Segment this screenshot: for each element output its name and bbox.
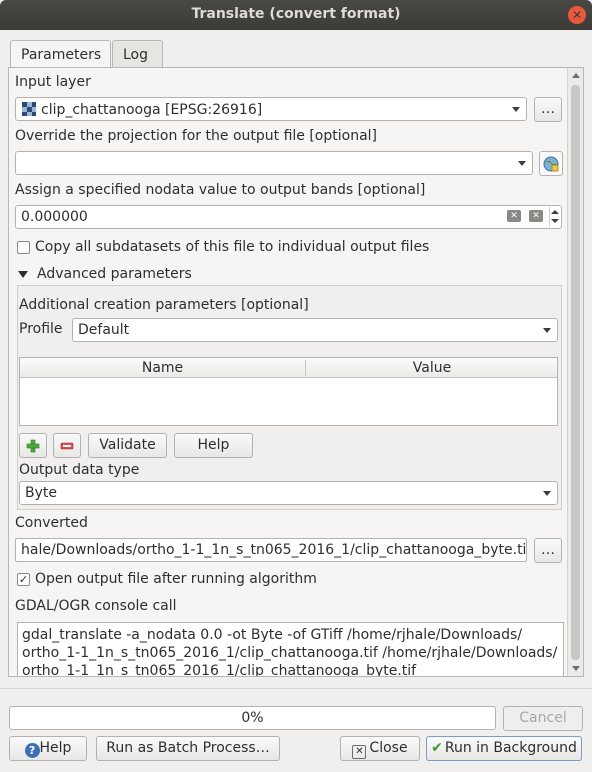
projection-select-button[interactable] <box>539 151 563 176</box>
converted-label: Converted <box>15 515 88 531</box>
validate-button[interactable]: Validate <box>88 433 167 458</box>
tab-parameters[interactable]: Parameters <box>10 40 111 69</box>
remove-row-button[interactable] <box>53 433 81 458</box>
input-layer-combo[interactable]: clip_chattanooga [EPSG:26916] <box>15 97 527 121</box>
console-line: gdal_translate -a_nodata 0.0 -ot Byte -o… <box>22 627 523 643</box>
console-line: ortho_1-1_1n_s_tn065_2016_1/clip_chattan… <box>22 645 558 661</box>
chevron-down-icon <box>543 328 551 333</box>
input-layer-value: clip_chattanooga [EPSG:26916] <box>41 102 263 118</box>
input-layer-browse-button[interactable]: … <box>534 97 562 122</box>
open-output-checkbox[interactable]: ✓ <box>17 573 30 586</box>
spin-buttons[interactable] <box>549 207 559 227</box>
nodata-value: 0.000000 <box>21 209 88 225</box>
clear-icon[interactable]: ✕ <box>507 210 521 222</box>
converted-browse-button[interactable]: … <box>534 538 562 563</box>
cancel-button[interactable]: Cancel <box>503 706 583 731</box>
column-header-name[interactable]: Name <box>20 360 306 376</box>
progress-text: 0% <box>241 710 264 726</box>
console-line: ortho_1-1_1n_s_tn065_2016_1/clip_chattan… <box>22 663 417 677</box>
copy-subdatasets-checkbox[interactable] <box>17 241 30 254</box>
open-output-label: Open output file after running algorithm <box>35 571 317 587</box>
help-icon: ? <box>24 743 40 758</box>
nodata-label: Assign a specified nodata value to outpu… <box>15 182 426 198</box>
spin-down-icon[interactable] <box>551 219 559 223</box>
panel-scrollbar[interactable] <box>567 68 583 676</box>
plus-icon <box>26 439 40 453</box>
window-title: Translate (convert format) <box>191 6 401 22</box>
run-in-background-button[interactable]: ✔ Run in Background <box>426 736 582 761</box>
console-call-label: GDAL/OGR console call <box>15 598 177 614</box>
nodata-spinbox[interactable]: 0.000000 ✕ ✕ <box>15 205 562 229</box>
title-bar[interactable]: Translate (convert format) ✕ <box>0 0 592 30</box>
tab-log[interactable]: Log <box>112 40 163 68</box>
output-type-value: Byte <box>25 485 57 501</box>
input-layer-label: Input layer <box>15 74 91 90</box>
converted-output-value: hale/Downloads/ortho_1-1_1n_s_tn065_2016… <box>21 542 527 558</box>
set-null-icon[interactable]: ✕ <box>529 210 543 222</box>
chevron-down-icon <box>543 491 551 496</box>
projection-combo[interactable] <box>15 151 533 175</box>
column-header-value[interactable]: Value <box>307 360 557 376</box>
help-button-label: Help <box>39 740 72 756</box>
close-button[interactable]: ✕ Close <box>340 736 420 761</box>
table-header: Name Value <box>20 358 557 378</box>
help-button[interactable]: ? Help <box>9 736 87 761</box>
collapse-arrow-icon[interactable] <box>18 271 28 278</box>
chevron-down-icon <box>518 161 526 166</box>
output-type-label: Output data type <box>19 462 140 478</box>
minus-icon <box>60 442 74 450</box>
profile-combo[interactable]: Default <box>72 318 558 342</box>
output-type-combo[interactable]: Byte <box>19 481 558 505</box>
add-row-button[interactable] <box>19 433 47 458</box>
projection-label: Override the projection for the output f… <box>15 128 378 144</box>
checkmark-icon: ✔ <box>431 740 443 756</box>
profile-label: Profile <box>19 321 63 337</box>
help-creation-button[interactable]: Help <box>174 433 253 458</box>
console-call-textbox[interactable]: gdal_translate -a_nodata 0.0 -ot Byte -o… <box>17 622 564 677</box>
progress-bar: 0% <box>9 706 496 730</box>
creation-options-table[interactable]: Name Value <box>19 357 558 426</box>
converted-output-field[interactable]: hale/Downloads/ortho_1-1_1n_s_tn065_2016… <box>15 538 527 562</box>
close-button-label: Close <box>369 740 408 756</box>
parameters-panel: Input layer clip_chattanooga [EPSG:26916… <box>8 67 584 677</box>
scrollbar-thumb[interactable] <box>571 85 580 660</box>
dialog-window: Translate (convert format) ✕ Parameters … <box>0 0 592 772</box>
raster-layer-icon <box>21 101 37 117</box>
close-window-icon[interactable]: ✕ <box>568 6 586 24</box>
advanced-parameters-label[interactable]: Advanced parameters <box>37 266 192 282</box>
globe-icon <box>543 156 559 172</box>
copy-subdatasets-label: Copy all subdatasets of this file to ind… <box>35 239 430 255</box>
run-button-label: Run in Background <box>444 740 577 756</box>
creation-options-label: Additional creation parameters [optional… <box>19 297 309 313</box>
close-x-icon: ✕ <box>352 745 367 759</box>
scroll-down-icon[interactable] <box>572 666 580 671</box>
run-batch-button[interactable]: Run as Batch Process… <box>96 736 280 761</box>
profile-value: Default <box>78 322 130 338</box>
chevron-down-icon <box>512 107 520 112</box>
spin-up-icon[interactable] <box>551 210 559 214</box>
footer-divider <box>0 688 592 689</box>
scroll-up-icon[interactable] <box>572 73 580 78</box>
